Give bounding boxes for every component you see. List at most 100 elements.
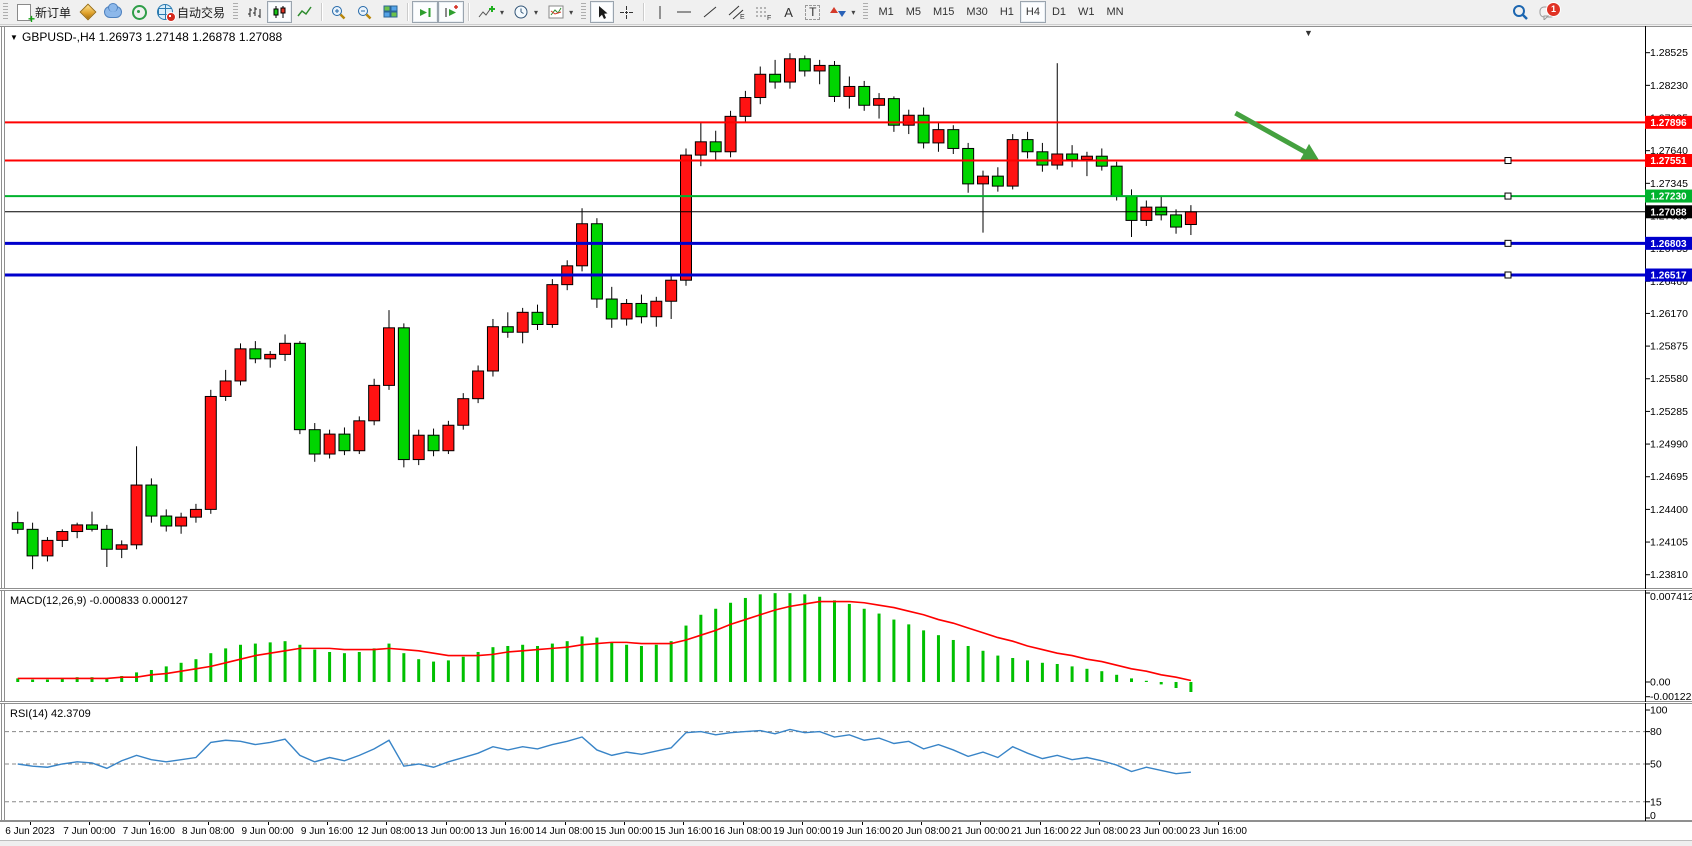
svg-text:1.27230: 1.27230 — [1650, 192, 1687, 203]
macd-histogram-bar — [863, 609, 866, 682]
timeframe-button-h1[interactable]: H1 — [994, 1, 1020, 23]
macd-histogram-bar — [239, 645, 242, 682]
chat-notifications-button[interactable]: 1 — [1534, 1, 1562, 23]
candle — [621, 303, 632, 319]
candle — [369, 385, 380, 420]
timeframe-button-mn[interactable]: MN — [1101, 1, 1130, 23]
chart-shift-button[interactable] — [438, 1, 464, 23]
timeframe-button-w1[interactable]: W1 — [1072, 1, 1101, 23]
candle — [829, 65, 840, 96]
time-tick — [446, 822, 447, 825]
timeframe-button-m30[interactable]: M30 — [960, 1, 993, 23]
zoom-out-button[interactable] — [352, 1, 378, 23]
timeframe-button-h4[interactable]: H4 — [1020, 1, 1046, 23]
macd-histogram-bar — [284, 641, 287, 682]
main-price-pane[interactable]: 1.285251.282301.279351.276401.273451.270… — [0, 26, 1692, 589]
candle — [1126, 196, 1137, 220]
time-tick — [1099, 822, 1100, 825]
candle — [309, 430, 320, 454]
macd-histogram-bar — [536, 646, 539, 682]
candle — [458, 399, 469, 426]
label-tool-icon: T — [805, 5, 820, 20]
toolbar-grip[interactable] — [233, 3, 238, 21]
timeframe-button-m15[interactable]: M15 — [927, 1, 960, 23]
macd-histogram-bar — [581, 636, 584, 682]
tile-windows-button[interactable] — [378, 1, 403, 23]
candle — [784, 59, 795, 82]
fibonacci-tool[interactable]: F — [750, 1, 777, 23]
macd-histogram-bar — [774, 593, 777, 682]
line-handle — [1505, 158, 1511, 164]
community-button[interactable] — [99, 1, 127, 23]
macd-histogram-bar — [1011, 658, 1014, 682]
candle — [799, 59, 810, 71]
new-order-button[interactable]: + 新订单 — [12, 1, 76, 23]
candle — [280, 343, 291, 354]
mql-editor-button[interactable] — [76, 1, 99, 23]
svg-text:1.25875: 1.25875 — [1650, 341, 1688, 353]
rsi-indicator-pane[interactable]: 1008050150RSI(14) 42.3709 — [0, 703, 1692, 821]
time-tick — [980, 822, 981, 825]
candle — [532, 312, 543, 324]
line-handle — [1505, 240, 1511, 246]
search-button[interactable] — [1507, 1, 1534, 23]
periods-button[interactable]: ▾ — [509, 1, 543, 23]
candle — [473, 371, 484, 399]
timeframe-button-m1[interactable]: M1 — [872, 1, 899, 23]
time-tick — [802, 822, 803, 825]
svg-text:100: 100 — [1650, 705, 1668, 717]
macd-histogram-bar — [640, 646, 643, 682]
trendline-icon — [702, 5, 718, 19]
candle — [176, 517, 187, 526]
timeframe-button-d1[interactable]: D1 — [1046, 1, 1072, 23]
time-tick — [624, 822, 625, 825]
svg-text:1.27551: 1.27551 — [1650, 156, 1687, 167]
bar-chart-button[interactable] — [242, 1, 267, 23]
toolbar-grip[interactable] — [3, 3, 8, 21]
macd-histogram-bar — [1071, 666, 1074, 682]
candle — [250, 349, 261, 359]
toolbar-grip[interactable] — [581, 3, 586, 21]
cursor-tool-button[interactable] — [590, 1, 614, 23]
text-label-tool[interactable]: T — [800, 1, 825, 23]
auto-scroll-button[interactable] — [412, 1, 438, 23]
svg-text:80: 80 — [1650, 726, 1662, 738]
macd-histogram-bar — [373, 648, 376, 682]
candle — [398, 328, 409, 460]
signals-button[interactable] — [127, 1, 152, 23]
candle — [12, 523, 23, 530]
channel-tool[interactable]: E — [723, 1, 750, 23]
arrows-tool[interactable]: ▾ — [825, 1, 860, 23]
text-tool[interactable]: A — [777, 1, 800, 23]
macd-histogram-bar — [31, 680, 34, 682]
indicators-button[interactable]: ▾ — [473, 1, 509, 23]
candlestick-chart-button[interactable] — [267, 1, 292, 23]
svg-text:▼: ▼ — [1304, 28, 1313, 38]
macd-histogram-bar — [833, 600, 836, 682]
svg-text:-0.001226: -0.001226 — [1650, 691, 1692, 702]
svg-text:1.28525: 1.28525 — [1650, 47, 1688, 59]
templates-button[interactable]: ▾ — [543, 1, 578, 23]
line-chart-button[interactable] — [292, 1, 317, 23]
macd-histogram-bar — [670, 641, 673, 682]
zoom-in-button[interactable] — [326, 1, 352, 23]
chat-icon: 1 — [1539, 4, 1557, 20]
horizontal-line-tool[interactable] — [671, 1, 697, 23]
gem-icon — [79, 4, 96, 21]
macd-histogram-bar — [625, 645, 628, 682]
signal-icon — [132, 5, 147, 20]
timeframe-button-m5[interactable]: M5 — [900, 1, 927, 23]
macd-histogram-bar — [655, 645, 658, 682]
crosshair-tool-button[interactable] — [614, 1, 639, 23]
trendline-tool[interactable] — [697, 1, 723, 23]
vertical-line-tool[interactable] — [648, 1, 671, 23]
toolbar-grip[interactable] — [863, 3, 868, 21]
macd-indicator-pane[interactable]: 0.0074120.00-0.001226MACD(12,26,9) -0.00… — [0, 590, 1692, 702]
autotrading-button[interactable]: 自动交易 — [152, 1, 230, 23]
macd-histogram-bar — [551, 644, 554, 682]
time-axis[interactable]: 6 Jun 20237 Jun 00:007 Jun 16:008 Jun 08… — [0, 821, 1692, 840]
candle — [918, 115, 929, 143]
macd-histogram-bar — [1175, 682, 1178, 688]
macd-histogram-bar — [180, 663, 183, 682]
macd-label: MACD(12,26,9) -0.000833 0.000127 — [10, 595, 188, 607]
